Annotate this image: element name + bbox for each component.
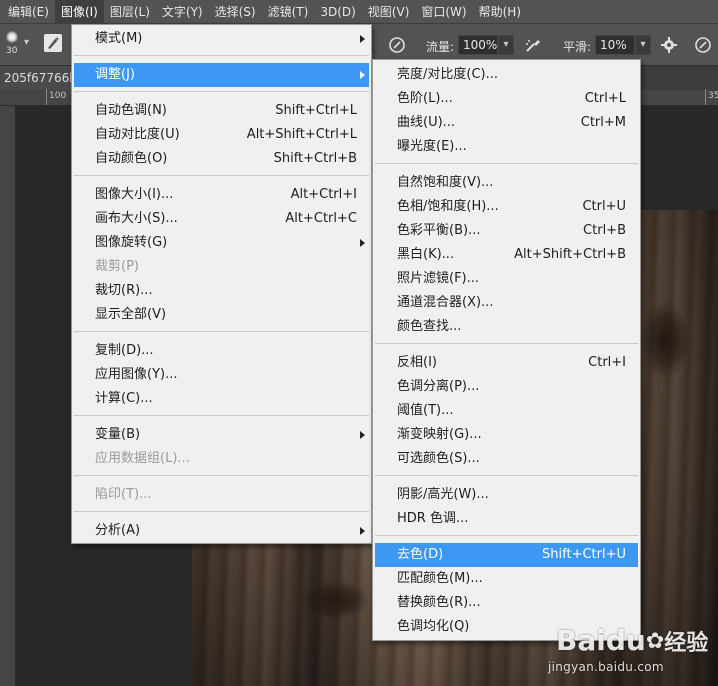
menu-3d[interactable]: 3D(D) xyxy=(314,0,361,24)
adjust-item-hue-saturation[interactable]: 色相/饱和度(H)... Ctrl+U xyxy=(375,195,638,219)
menu-separator xyxy=(74,91,369,92)
adjust-item-posterize[interactable]: 色调分离(P)... xyxy=(375,375,638,399)
adjust-item-gradient-map[interactable]: 渐变映射(G)... xyxy=(375,423,638,447)
adjust-item-photo-filter[interactable]: 照片滤镜(F)... xyxy=(375,267,638,291)
adjust-item-selective-color[interactable]: 可选颜色(S)... xyxy=(375,447,638,471)
smoothing-label: 平滑: xyxy=(563,40,592,54)
menu-layer[interactable]: 图层(L) xyxy=(104,0,156,24)
pressure-opacity-icon[interactable] xyxy=(388,36,406,54)
gear-icon[interactable] xyxy=(660,36,678,54)
menu-window[interactable]: 窗口(W) xyxy=(415,0,472,24)
menu-separator xyxy=(74,331,369,332)
image-menu-item-trim[interactable]: 裁切(R)... xyxy=(74,279,369,303)
image-menu-item-image-rotation[interactable]: 图像旋转(G) xyxy=(74,231,369,255)
ruler-label-right: 35 xyxy=(708,91,718,101)
paw-icon: ✿ xyxy=(645,629,665,654)
brush-picker-caret-icon[interactable]: ▾ xyxy=(24,37,29,48)
image-menu-item-duplicate[interactable]: 复制(D)... xyxy=(74,339,369,363)
menu-separator xyxy=(375,475,638,476)
image-menu-item-auto-tone[interactable]: 自动色调(N) Shift+Ctrl+L xyxy=(74,99,369,123)
menu-help[interactable]: 帮助(H) xyxy=(473,0,527,24)
brush-preset-picker[interactable]: 30 xyxy=(3,29,25,59)
adjust-item-replace-color[interactable]: 替换颜色(R)... xyxy=(375,591,638,615)
menu-filter[interactable]: 滤镜(T) xyxy=(262,0,315,24)
image-menu-item-calculations[interactable]: 计算(C)... xyxy=(74,387,369,411)
brush-panel-icon[interactable] xyxy=(44,34,62,52)
image-menu-item-apply-image[interactable]: 应用图像(Y)... xyxy=(74,363,369,387)
image-menu-item-auto-color[interactable]: 自动颜色(O) Shift+Ctrl+B xyxy=(74,147,369,171)
image-menu-item-analysis[interactable]: 分析(A) xyxy=(74,519,369,543)
adjust-item-color-balance[interactable]: 色彩平衡(B)... Ctrl+B xyxy=(375,219,638,243)
airbrush-icon[interactable] xyxy=(524,36,542,54)
image-menu-item-trap: 陷印(T)... xyxy=(95,487,152,502)
menu-select[interactable]: 选择(S) xyxy=(209,0,262,24)
brush-size-value: 30 xyxy=(6,46,18,56)
image-menu-item-adjustments[interactable]: 调整(J) xyxy=(74,63,369,87)
adjust-item-brightness-contrast[interactable]: 亮度/对比度(C)... xyxy=(375,63,638,87)
submenu-arrow-icon xyxy=(360,71,365,79)
submenu-arrow-icon xyxy=(360,527,365,535)
image-menu-item-canvas-size[interactable]: 画布大小(S)... Alt+Ctrl+C xyxy=(74,207,369,231)
vertical-ruler xyxy=(0,106,16,686)
submenu-arrow-icon xyxy=(360,239,365,247)
ruler-tick xyxy=(46,89,47,105)
image-menu-dropdown: 模式(M) 调整(J) 自动色调(N) Shift+Ctrl+L 自动对比度(U… xyxy=(71,24,372,544)
image-menu-item-variables[interactable]: 变量(B) xyxy=(74,423,369,447)
adjustments-submenu: 亮度/对比度(C)... 色阶(L)... Ctrl+L 曲线(U)... Ct… xyxy=(372,59,641,641)
menu-edit[interactable]: 编辑(E) xyxy=(0,0,55,24)
image-menu-item-crop: 裁剪(P) xyxy=(95,259,139,274)
menu-separator xyxy=(74,415,369,416)
baidu-jingyan-watermark-logo: Baidu✿经验 xyxy=(556,624,709,657)
adjust-item-hdr-toning[interactable]: HDR 色调... xyxy=(375,507,638,531)
flow-dropdown-caret-icon[interactable]: ▾ xyxy=(498,35,514,55)
menu-separator xyxy=(74,475,369,476)
adjust-item-channel-mixer[interactable]: 通道混合器(X)... xyxy=(375,291,638,315)
menu-separator xyxy=(375,535,638,536)
image-menu-item-reveal-all[interactable]: 显示全部(V) xyxy=(74,303,369,327)
smoothing-input[interactable]: 10% xyxy=(595,35,635,55)
menu-separator xyxy=(375,163,638,164)
adjust-item-vibrance[interactable]: 自然饱和度(V)... xyxy=(375,171,638,195)
adjust-item-desaturate[interactable]: 去色(D) Shift+Ctrl+U xyxy=(375,543,638,567)
ruler-tick xyxy=(705,89,706,105)
menubar: 编辑(E) 图像(I) 图层(L) 文字(Y) 选择(S) 滤镜(T) 3D(D… xyxy=(0,0,718,24)
adjust-item-threshold[interactable]: 阈值(T)... xyxy=(375,399,638,423)
flow-label: 流量: xyxy=(426,40,455,54)
submenu-arrow-icon xyxy=(360,431,365,439)
adjust-item-match-color[interactable]: 匹配颜色(M)... xyxy=(375,567,638,591)
image-menu-item-mode[interactable]: 模式(M) xyxy=(74,27,369,51)
menu-view[interactable]: 视图(V) xyxy=(362,0,416,24)
submenu-arrow-icon xyxy=(360,35,365,43)
flow-input[interactable]: 100% xyxy=(458,35,498,55)
adjust-item-black-white[interactable]: 黑白(K)... Alt+Shift+Ctrl+B xyxy=(375,243,638,267)
menu-separator xyxy=(375,343,638,344)
image-menu-item-apply-data-set: 应用数据组(L)... xyxy=(95,451,190,466)
adjust-item-curves[interactable]: 曲线(U)... Ctrl+M xyxy=(375,111,638,135)
pressure-size-icon[interactable] xyxy=(694,36,712,54)
image-menu-item-auto-contrast[interactable]: 自动对比度(U) Alt+Shift+Ctrl+L xyxy=(74,123,369,147)
menu-separator xyxy=(74,511,369,512)
adjust-item-invert[interactable]: 反相(I) Ctrl+I xyxy=(375,351,638,375)
adjust-item-exposure[interactable]: 曝光度(E)... xyxy=(375,135,638,159)
watermark-url: jingyan.baidu.com xyxy=(548,660,664,674)
image-menu-item-image-size[interactable]: 图像大小(I)... Alt+Ctrl+I xyxy=(74,183,369,207)
adjust-item-shadows-highlights[interactable]: 阴影/高光(W)... xyxy=(375,483,638,507)
ruler-label-left: 100 xyxy=(49,91,67,101)
adjust-item-levels[interactable]: 色阶(L)... Ctrl+L xyxy=(375,87,638,111)
smoothing-dropdown-caret-icon[interactable]: ▾ xyxy=(635,35,651,55)
menu-type[interactable]: 文字(Y) xyxy=(156,0,209,24)
adjust-item-color-lookup[interactable]: 颜色查找... xyxy=(375,315,638,339)
menu-separator xyxy=(74,55,369,56)
brush-tip-icon xyxy=(6,31,18,43)
menu-separator xyxy=(74,175,369,176)
menu-image[interactable]: 图像(I) xyxy=(54,0,104,24)
